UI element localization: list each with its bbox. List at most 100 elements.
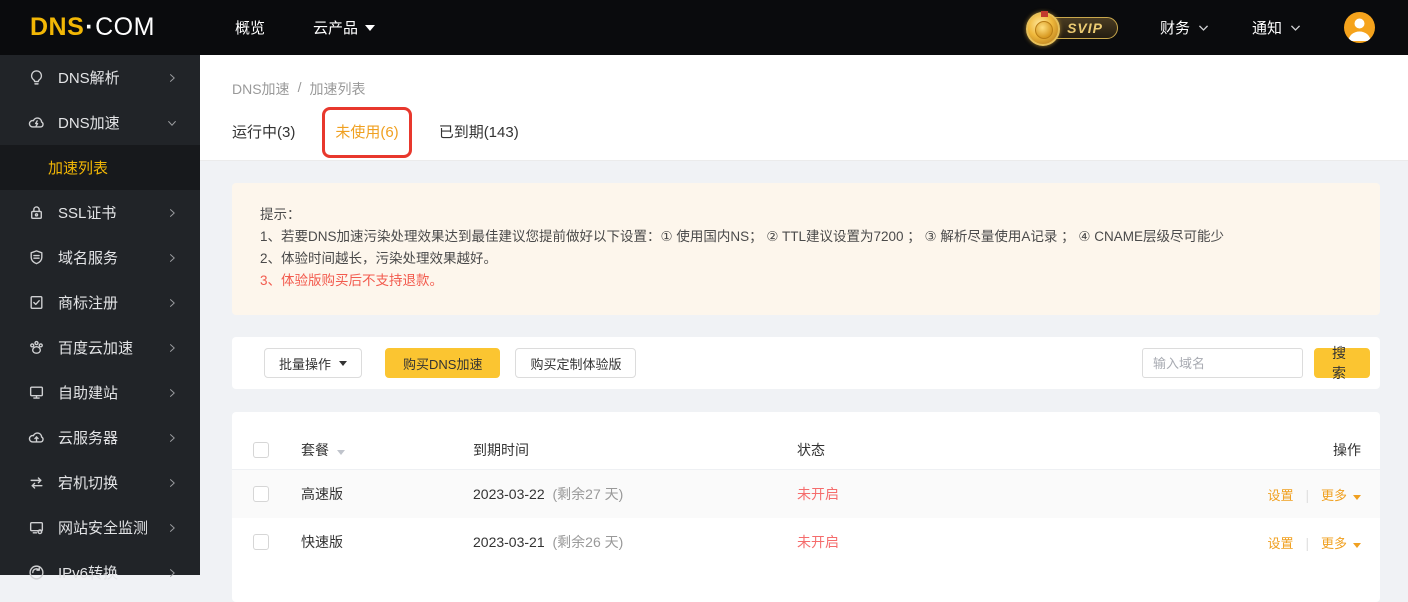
- sidebar-item-label: 商标注册: [58, 295, 119, 312]
- sidebar-item-domain-services[interactable]: 域名服务: [0, 235, 200, 280]
- sidebar-item-baidu-cloud-accel[interactable]: 百度云加速: [0, 325, 200, 370]
- breadcrumb-section[interactable]: DNS加速: [232, 79, 290, 99]
- sidebar-item-ssl-cert[interactable]: SSL证书: [0, 190, 200, 235]
- nav-overview[interactable]: 概览: [235, 17, 265, 38]
- sidebar-item-site-builder[interactable]: 自助建站: [0, 370, 200, 415]
- action-separator: |: [1305, 534, 1310, 551]
- more-label: 更多: [1320, 487, 1347, 503]
- sidebar-item-label: 宕机切换: [58, 475, 119, 492]
- settings-link[interactable]: 设置: [1268, 536, 1294, 551]
- column-status: 状态: [797, 441, 825, 458]
- cloud-bolt-icon: [28, 114, 45, 131]
- medal-icon: [1026, 10, 1061, 46]
- swap-icon: [28, 474, 45, 491]
- buy-dns-accel-button[interactable]: 购买DNS加速: [385, 348, 501, 378]
- days-remaining: (剩余26 天): [552, 534, 624, 550]
- nav-cloud-products-label: 云产品: [312, 20, 358, 37]
- table-row: 快速版 2023-03-21 (剩余26 天) 未开启 设置 | 更多: [232, 518, 1380, 566]
- more-dropdown[interactable]: 更多: [1321, 488, 1361, 503]
- toolbar: 批量操作 购买DNS加速 购买定制体验版 搜索: [232, 337, 1380, 389]
- chevron-right-icon: [166, 297, 178, 309]
- paw-icon: [28, 339, 45, 356]
- breadcrumb-separator: /: [297, 79, 302, 95]
- tab-expired[interactable]: 已到期(143): [439, 117, 519, 146]
- tab-running[interactable]: 运行中(3): [232, 117, 295, 146]
- sidebar-item-cloud-server[interactable]: 云服务器: [0, 415, 200, 460]
- nav-cloud-products[interactable]: 云产品: [313, 17, 375, 38]
- status-badge: 未开启: [797, 534, 839, 550]
- bulb-icon: [28, 69, 45, 86]
- top-nav: 概览 云产品: [235, 17, 375, 38]
- sidebar-item-site-security-monitor[interactable]: 网站安全监测: [0, 505, 200, 550]
- days-remaining: (剩余27 天): [552, 486, 624, 502]
- chevron-down-icon: [1198, 25, 1209, 31]
- expire-date: 2023-03-21: [473, 534, 545, 550]
- chevron-right-icon: [166, 387, 178, 399]
- row-checkbox[interactable]: [253, 534, 269, 550]
- sidebar-item-label: SSL证书: [58, 205, 117, 222]
- chevron-right-icon: [166, 522, 178, 534]
- chevron-right-icon: [166, 342, 178, 354]
- sidebar-item-dns-resolution[interactable]: DNS解析: [0, 55, 200, 100]
- sidebar: DNS解析 DNS加速 加速列表 SSL证书 域名服务 商标注册 百度云加速 自…: [0, 55, 200, 582]
- person-icon: [1348, 18, 1371, 41]
- more-label: 更多: [1320, 535, 1347, 551]
- tab-unused-label: 未使用(6): [335, 123, 399, 141]
- plan-name: 快速版: [301, 534, 343, 550]
- nav-notifications[interactable]: 通知: [1252, 17, 1302, 38]
- expire-date: 2023-03-22: [473, 486, 545, 502]
- nav-overview-label: 概览: [234, 20, 265, 37]
- chevron-down-icon: [166, 117, 178, 129]
- tips-notice-panel: 提示： 1、若要DNS加速污染处理效果达到最佳建议您提前做好以下设置：① 使用国…: [232, 183, 1380, 315]
- sort-caret-icon[interactable]: [337, 449, 345, 455]
- chevron-right-icon: [166, 477, 178, 489]
- nav-notifications-label: 通知: [1251, 20, 1282, 37]
- caret-down-icon: [364, 24, 375, 31]
- shield-icon: [28, 249, 45, 266]
- dnscom-logo[interactable]: DNS · COM: [30, 13, 155, 42]
- sidebar-item-dns-acceleration[interactable]: DNS加速: [0, 100, 200, 145]
- trademark-icon: [28, 294, 45, 311]
- select-all-checkbox[interactable]: [253, 441, 269, 458]
- nav-finance[interactable]: 财务: [1160, 17, 1210, 38]
- buy-custom-trial-button[interactable]: 购买定制体验版: [515, 348, 637, 378]
- top-header-bar: DNS · COM 概览 云产品 SVIP 财务 通知: [0, 0, 1408, 55]
- chevron-right-icon: [166, 432, 178, 444]
- more-dropdown[interactable]: 更多: [1321, 536, 1361, 551]
- breadcrumb-page: 加速列表: [309, 81, 366, 97]
- sidebar-item-trademark[interactable]: 商标注册: [0, 280, 200, 325]
- sidebar-item-label: DNS解析: [58, 70, 120, 87]
- notice-line-1: 1、若要DNS加速污染处理效果达到最佳建议您提前做好以下设置：① 使用国内NS；…: [260, 229, 1224, 244]
- sidebar-item-label: 自助建站: [58, 385, 119, 402]
- sidebar-subitem-acceleration-list[interactable]: 加速列表: [0, 145, 200, 190]
- chevron-down-icon: [1290, 25, 1301, 31]
- sidebar-item-label: 百度云加速: [58, 340, 134, 357]
- svip-badge[interactable]: SVIP: [1026, 10, 1118, 46]
- status-badge: 未开启: [797, 486, 839, 502]
- column-expire: 到期时间: [473, 441, 529, 458]
- search-button[interactable]: 搜索: [1314, 345, 1370, 381]
- batch-actions-label: 批量操作: [279, 356, 332, 372]
- sidebar-subitem-label: 加速列表: [48, 160, 109, 177]
- sidebar-item-label: 云服务器: [58, 430, 119, 447]
- batch-actions-dropdown[interactable]: 批量操作: [264, 348, 363, 378]
- table-header-row: 套餐 到期时间 状态 操作: [232, 430, 1380, 470]
- settings-link[interactable]: 设置: [1268, 488, 1294, 503]
- breadcrumb: DNS加速 / 加速列表: [232, 55, 1380, 99]
- row-checkbox[interactable]: [253, 486, 269, 502]
- sidebar-item-ipv6-conversion[interactable]: IPv6转换: [0, 550, 200, 595]
- status-tabs: 运行中(3) 未使用(6) 已到期(143): [232, 105, 1380, 158]
- svip-label: SVIP: [1067, 19, 1103, 36]
- notice-title: 提示：: [260, 207, 301, 222]
- sidebar-item-label: 域名服务: [58, 250, 119, 267]
- sidebar-item-failover-switch[interactable]: 宕机切换: [0, 460, 200, 505]
- column-actions: 操作: [1333, 441, 1361, 458]
- logo-dot: ·: [85, 13, 95, 41]
- acceleration-table: 套餐 到期时间 状态 操作 高速版 2023-03-22 (剩余27 天) 未开…: [232, 412, 1380, 602]
- domain-search-input[interactable]: [1142, 348, 1303, 378]
- logo-text-dns: DNS: [30, 13, 85, 41]
- tab-unused[interactable]: 未使用(6): [322, 106, 412, 158]
- notice-line-2: 2、体验时间越长，污染处理效果越好。: [260, 251, 498, 266]
- user-avatar[interactable]: [1344, 12, 1375, 43]
- column-plan: 套餐: [301, 441, 329, 458]
